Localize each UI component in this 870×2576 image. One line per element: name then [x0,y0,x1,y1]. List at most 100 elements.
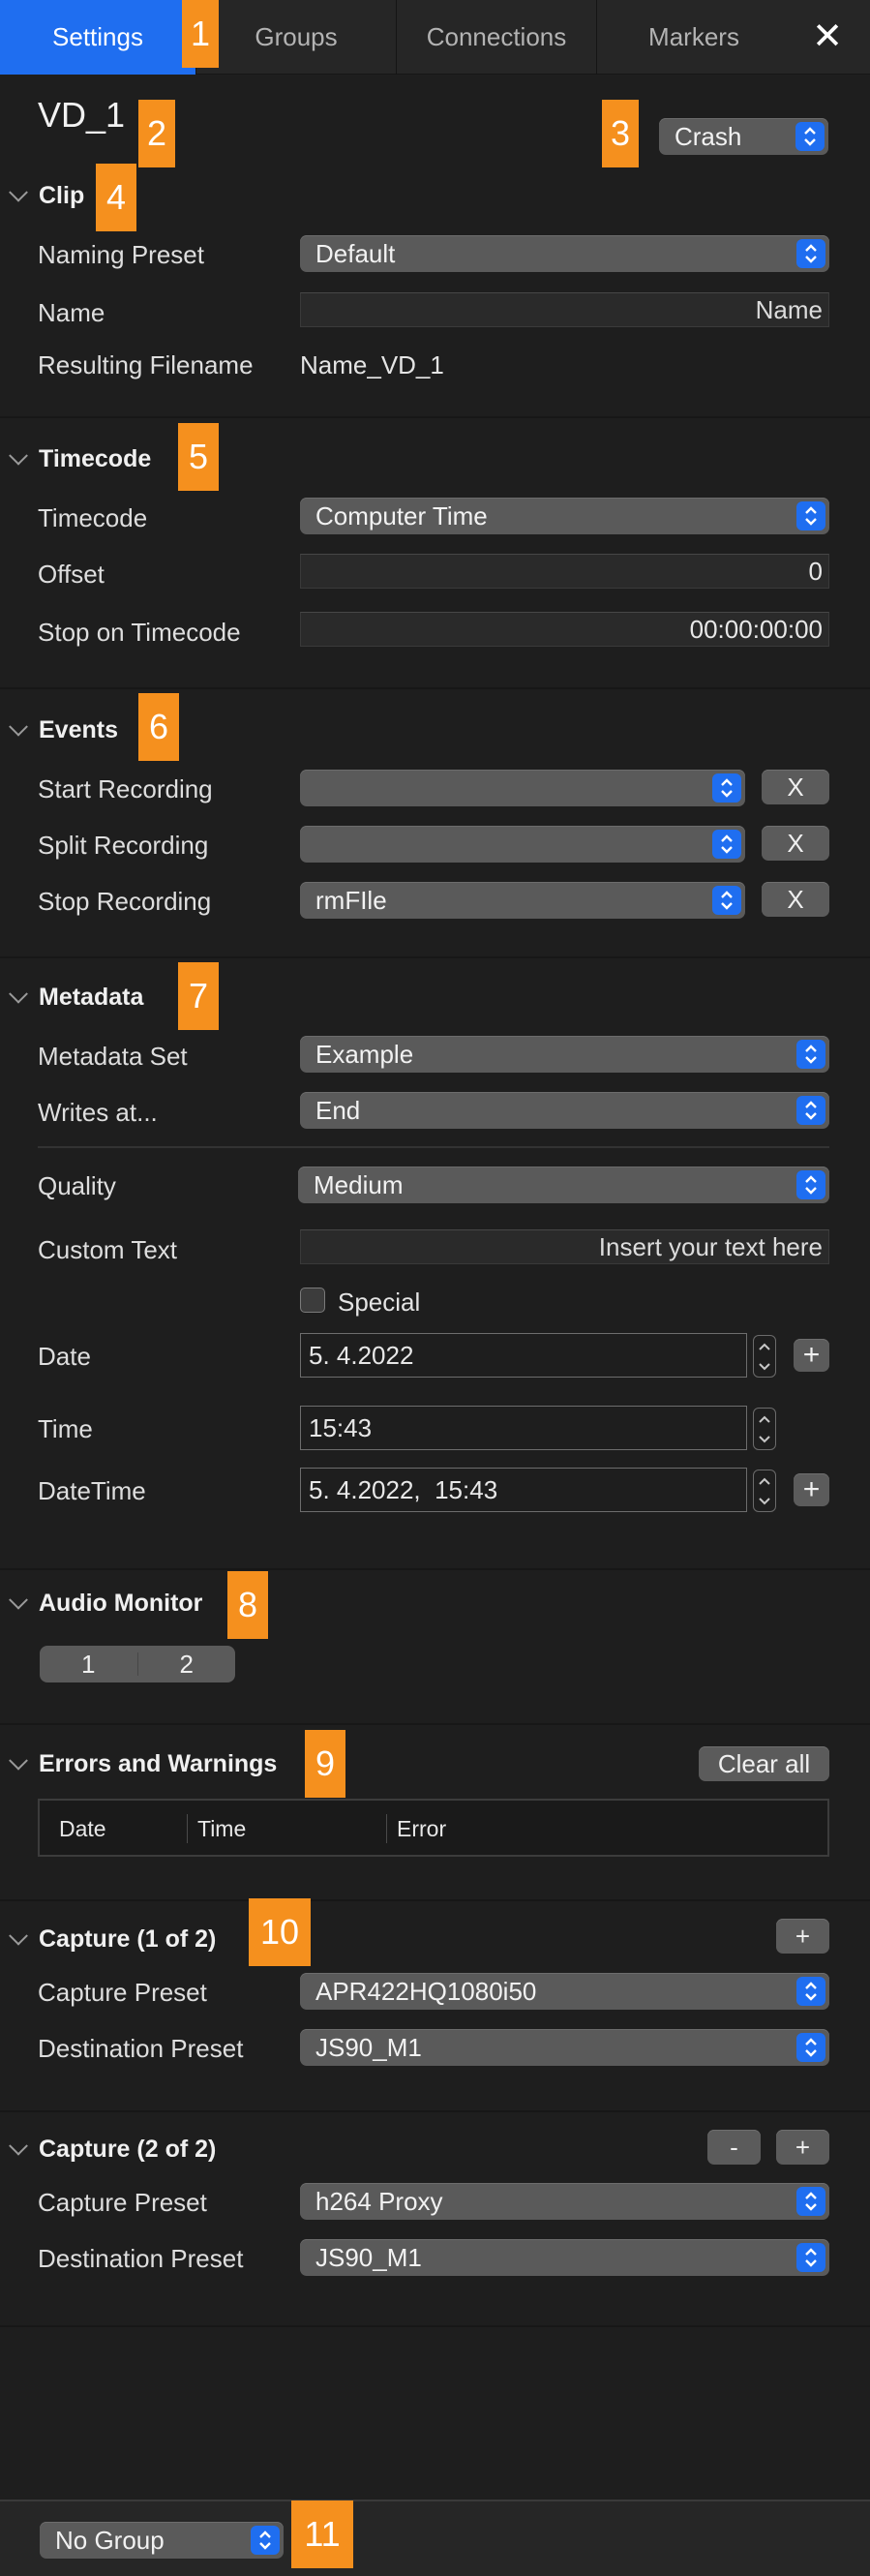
audio-channel-2[interactable]: 2 [138,1650,236,1680]
custom-text-placeholder: Insert your text here [598,1231,823,1261]
capture-1-preset-select[interactable]: APR422HQ1080i50 [300,1973,829,2010]
custom-text-field[interactable]: Insert your text here [300,1229,829,1264]
capture-remove-button[interactable]: - [707,2130,761,2165]
select-stepper-icon [712,830,741,859]
offset-field-value: 0 [808,556,823,586]
chevron-down-icon [9,1925,28,1946]
stepper-up-icon [759,1415,770,1423]
stepper-up-icon [759,1343,770,1350]
errors-column-time[interactable]: Time [197,1814,246,1843]
timecode-section-title: Timecode [39,445,152,472]
capture-1-destination-label: Destination Preset [38,2034,244,2063]
select-stepper-icon [251,2526,280,2555]
stepper-down-icon [759,1435,770,1442]
stepper-down-icon [759,1497,770,1504]
timecode-select[interactable]: Computer Time [300,498,829,534]
time-field-value: 15:43 [309,1412,373,1442]
metadata-divider [38,1146,829,1148]
stop-recording-select[interactable]: rmFIle [300,882,745,919]
datetime-stepper[interactable] [753,1470,776,1512]
events-section-header[interactable]: Events [9,716,118,744]
capture-2-destination-select[interactable]: JS90_M1 [300,2239,829,2276]
date-stepper[interactable] [753,1335,776,1378]
date-label: Date [38,1342,91,1371]
audio-monitor-section-header[interactable]: Audio Monitor [9,1590,202,1618]
clip-section-header[interactable]: Clip [9,182,84,210]
timecode-section-header[interactable]: Timecode [9,445,152,473]
capture-1-preset-value: APR422HQ1080i50 [315,1976,537,2006]
datetime-field[interactable]: 5. 4.2022, 15:43 [300,1468,747,1512]
metadata-set-value: Example [315,1039,414,1069]
split-recording-select[interactable] [300,826,745,863]
errors-section-title: Errors and Warnings [39,1750,278,1777]
writes-at-value: End [315,1095,361,1125]
start-recording-clear-button[interactable]: X [762,770,829,804]
capture-1-section-header[interactable]: Capture (1 of 2) [9,1925,217,1954]
tab-connections[interactable]: Connections [397,0,596,75]
select-stepper-icon [796,1040,825,1069]
split-recording-clear-button[interactable]: X [762,826,829,861]
offset-field[interactable]: 0 [300,554,829,589]
chevron-down-icon [9,716,28,737]
name-field[interactable]: Name [300,292,829,327]
clear-all-button[interactable]: Clear all [699,1746,829,1781]
chevron-down-icon [9,1590,28,1610]
capture-add-button[interactable]: + [776,2130,829,2165]
annotation-badge: 8 [227,1571,268,1639]
naming-preset-select[interactable]: Default [300,235,829,272]
tab-markers[interactable]: Markers [597,0,791,75]
select-stepper-icon [796,1096,825,1125]
stop-on-timecode-label: Stop on Timecode [38,618,241,647]
resulting-filename-label: Resulting Filename [38,350,254,379]
close-icon[interactable]: ✕ [808,17,847,56]
time-stepper[interactable] [753,1408,776,1450]
start-recording-select[interactable] [300,770,745,806]
datetime-add-button[interactable]: + [794,1473,829,1506]
capture-1-section-title: Capture (1 of 2) [39,1925,217,1953]
metadata-set-label: Metadata Set [38,1042,188,1071]
special-label: Special [338,1288,421,1317]
custom-text-label: Custom Text [38,1235,178,1264]
audio-channel-1[interactable]: 1 [40,1650,137,1680]
date-field[interactable]: 5. 4.2022 [300,1333,747,1378]
select-stepper-icon [796,239,825,268]
group-select[interactable]: No Group [40,2522,284,2559]
group-select-value: No Group [55,2525,165,2555]
date-field-value: 5. 4.2022 [309,1340,414,1370]
errors-column-error[interactable]: Error [397,1814,446,1843]
stop-on-timecode-field[interactable]: 00:00:00:00 [300,612,829,647]
special-checkbox[interactable] [300,1288,325,1313]
date-add-button[interactable]: + [794,1339,829,1372]
chevron-down-icon [9,182,28,202]
audio-channel-segmented[interactable]: 1 2 [40,1646,235,1682]
select-stepper-icon [796,2187,825,2216]
time-field[interactable]: 15:43 [300,1406,747,1450]
quality-select[interactable]: Medium [298,1167,829,1203]
metadata-set-select[interactable]: Example [300,1036,829,1073]
crash-select[interactable]: Crash [659,118,828,155]
errors-column-date[interactable]: Date [59,1814,106,1843]
capture-2-section-title: Capture (2 of 2) [39,2136,217,2163]
split-recording-label: Split Recording [38,831,209,860]
column-separator [386,1814,387,1843]
capture-add-button[interactable]: + [776,1919,829,1954]
timecode-select-value: Computer Time [315,500,488,530]
select-stepper-icon [796,501,825,530]
name-label: Name [38,298,105,327]
tab-settings[interactable]: Settings [0,0,195,75]
annotation-badge: 3 [602,100,639,167]
capture-2-preset-select[interactable]: h264 Proxy [300,2183,829,2220]
tab-groups[interactable]: Groups [196,0,396,75]
naming-preset-label: Naming Preset [38,240,204,269]
metadata-section-header[interactable]: Metadata [9,984,143,1012]
stop-recording-clear-button[interactable]: X [762,882,829,917]
capture-2-section-header[interactable]: Capture (2 of 2) [9,2136,217,2164]
errors-section-header[interactable]: Errors and Warnings [9,1750,278,1778]
capture-1-preset-label: Capture Preset [38,1978,207,2007]
tab-connections-label: Connections [426,22,567,51]
stop-recording-value: rmFIle [315,885,387,915]
writes-at-label: Writes at... [38,1098,158,1127]
chevron-down-icon [9,984,28,1004]
capture-1-destination-select[interactable]: JS90_M1 [300,2029,829,2066]
writes-at-select[interactable]: End [300,1092,829,1129]
